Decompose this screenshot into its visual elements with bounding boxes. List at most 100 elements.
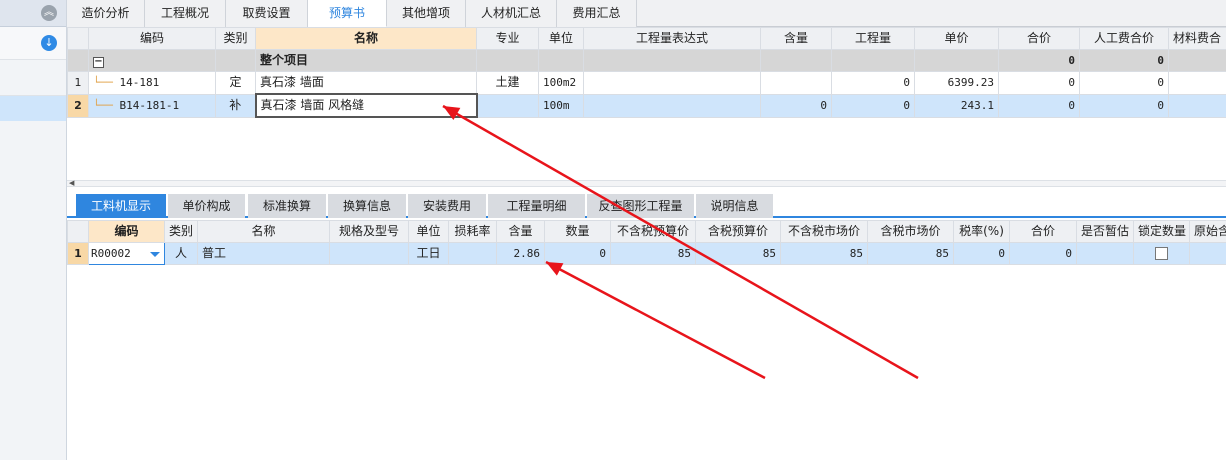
sidebar-row[interactable]: ↓ [0, 27, 66, 60]
column-header[interactable]: 含税市场价 [867, 220, 954, 243]
column-header[interactable]: 合价 [1009, 220, 1077, 243]
table-row[interactable]: 1 └── 14-181 定 真石漆 墙面 土建 100m2 0 6399.23… [67, 71, 1226, 95]
lock-quantity-checkbox[interactable] [1155, 247, 1168, 260]
table-cell[interactable] [215, 49, 256, 72]
column-header[interactable]: 单位 [408, 220, 449, 243]
expression-cell[interactable] [583, 93, 761, 118]
table-row-selected[interactable]: 1 R00002 人 普工 工日 2.86 0 85 85 85 85 0 0 … [67, 242, 1226, 265]
group-labor-total-cell[interactable]: 0 [1079, 49, 1169, 72]
collapse-minus-icon[interactable]: − [93, 57, 104, 68]
group-total-cell[interactable]: 0 [998, 49, 1080, 72]
subtab-install-fee[interactable]: 安装费用 [408, 194, 486, 218]
group-name-cell[interactable]: 整个项目 [255, 49, 477, 72]
column-header[interactable]: 名称 [197, 220, 330, 243]
column-header[interactable]: 单位 [538, 27, 584, 50]
type-cell[interactable]: 补 [215, 93, 256, 118]
column-header[interactable]: 数量 [544, 220, 611, 243]
budget-price-in-tax-cell[interactable]: 85 [695, 242, 781, 265]
budget-price-ex-tax-cell[interactable]: 85 [610, 242, 696, 265]
column-header[interactable]: 类别 [215, 27, 256, 50]
column-header[interactable]: 税率(%) [953, 220, 1010, 243]
column-header[interactable]: 锁定数量 [1133, 220, 1190, 243]
table-row-selected[interactable]: 2 └── B14-181-1 补 真石漆 墙面 风格缝 100m 0 0 24… [67, 93, 1226, 118]
total-cell[interactable]: 0 [998, 71, 1080, 95]
column-header[interactable]: 单价 [914, 27, 999, 50]
column-header[interactable]: 不含税预算价 [610, 220, 696, 243]
tab-budget-book[interactable]: 预算书 [308, 0, 387, 27]
download-arrow-icon[interactable]: ↓ [41, 35, 57, 51]
horizontal-scrollbar[interactable]: ◀ [67, 179, 1226, 187]
column-header-selected[interactable]: 名称 [255, 27, 477, 50]
column-header[interactable]: 类别 [164, 220, 198, 243]
specialty-cell[interactable]: 土建 [476, 71, 539, 95]
column-header[interactable]: 不含税市场价 [780, 220, 868, 243]
table-cell[interactable] [1168, 49, 1226, 72]
specialty-cell[interactable] [476, 93, 539, 118]
table-cell[interactable] [914, 49, 999, 72]
price-cell[interactable]: 243.1 [914, 93, 999, 118]
unit-cell[interactable]: 100m [538, 93, 584, 118]
tab-fee-settings[interactable]: 取费设置 [226, 0, 308, 27]
price-cell[interactable]: 6399.23 [914, 71, 999, 95]
row-number[interactable]: 1 [67, 71, 89, 95]
column-header[interactable]: 含税预算价 [695, 220, 781, 243]
scroll-left-icon[interactable]: ◀ [69, 179, 74, 187]
tab-labor-material-summary[interactable]: 人材机汇总 [466, 0, 557, 27]
subtab-standard-conversion[interactable]: 标准换算 [248, 194, 326, 218]
column-header[interactable]: 工程量 [831, 27, 915, 50]
tab-project-overview[interactable]: 工程概况 [145, 0, 226, 27]
column-header[interactable]: 专业 [476, 27, 539, 50]
unit-cell[interactable]: 100m2 [538, 71, 584, 95]
type-cell[interactable]: 定 [215, 71, 256, 95]
name-cell[interactable]: 真石漆 墙面 [255, 71, 477, 95]
content-cell[interactable]: 0 [760, 93, 832, 118]
column-header[interactable]: 含量 [496, 220, 545, 243]
lock-quantity-cell[interactable] [1133, 242, 1190, 265]
column-header[interactable]: 人工费合价 [1079, 27, 1169, 50]
tab-fee-summary[interactable]: 费用汇总 [557, 0, 637, 27]
subtab-conversion-info[interactable]: 换算信息 [328, 194, 406, 218]
code-cell[interactable]: └── 14-181 [88, 71, 216, 95]
table-cell[interactable] [1168, 71, 1226, 95]
table-row-group[interactable]: − 整个项目 0 0 [67, 49, 1226, 72]
total-cell[interactable]: 0 [998, 93, 1080, 118]
content-cell[interactable] [760, 71, 832, 95]
expression-cell[interactable] [583, 71, 761, 95]
table-cell[interactable] [583, 49, 761, 72]
column-header[interactable]: 合价 [998, 27, 1080, 50]
market-price-ex-tax-cell[interactable]: 85 [780, 242, 868, 265]
name-edit-cell[interactable]: 真石漆 墙面 风格缝 [254, 93, 478, 118]
collapse-up-icon[interactable]: ︽ [41, 5, 57, 21]
labor-total-cell[interactable]: 0 [1079, 93, 1169, 118]
column-header[interactable]: 是否暂估 [1076, 220, 1134, 243]
table-cell[interactable] [1168, 93, 1226, 118]
table-cell[interactable] [831, 49, 915, 72]
market-price-in-tax-cell[interactable]: 85 [867, 242, 954, 265]
subtab-material-display[interactable]: 工料机显示 [76, 194, 166, 218]
type-cell[interactable]: 人 [164, 242, 198, 265]
sidebar-row-selected[interactable] [0, 96, 66, 121]
total-cell[interactable]: 0 [1009, 242, 1077, 265]
expander-cell[interactable]: − [88, 49, 216, 72]
table-cell[interactable] [476, 49, 539, 72]
estimate-cell[interactable] [1076, 242, 1134, 265]
tax-rate-cell[interactable]: 0 [953, 242, 1010, 265]
labor-total-cell[interactable]: 0 [1079, 71, 1169, 95]
table-cell[interactable] [760, 49, 832, 72]
column-header[interactable]: 材料费合 [1168, 27, 1226, 50]
column-header[interactable]: 损耗率 [448, 220, 497, 243]
tab-cost-analysis[interactable]: 造价分析 [67, 0, 145, 27]
unit-cell[interactable]: 工日 [408, 242, 449, 265]
column-header[interactable]: 规格及型号 [329, 220, 409, 243]
tab-other-items[interactable]: 其他增项 [387, 0, 466, 27]
subtab-unit-price-composition[interactable]: 单价构成 [168, 194, 245, 218]
row-number[interactable]: 2 [67, 93, 89, 118]
row-number[interactable]: 1 [67, 242, 89, 265]
column-header[interactable]: 原始含 [1189, 220, 1226, 243]
column-header[interactable]: 含量 [760, 27, 832, 50]
spec-cell[interactable] [329, 242, 409, 265]
subtab-reverse-graphic-quantity[interactable]: 反查图形工程量 [587, 194, 694, 218]
content-cell[interactable]: 2.86 [496, 242, 545, 265]
dropdown-arrow-icon[interactable] [150, 252, 160, 257]
loss-rate-cell[interactable] [448, 242, 497, 265]
